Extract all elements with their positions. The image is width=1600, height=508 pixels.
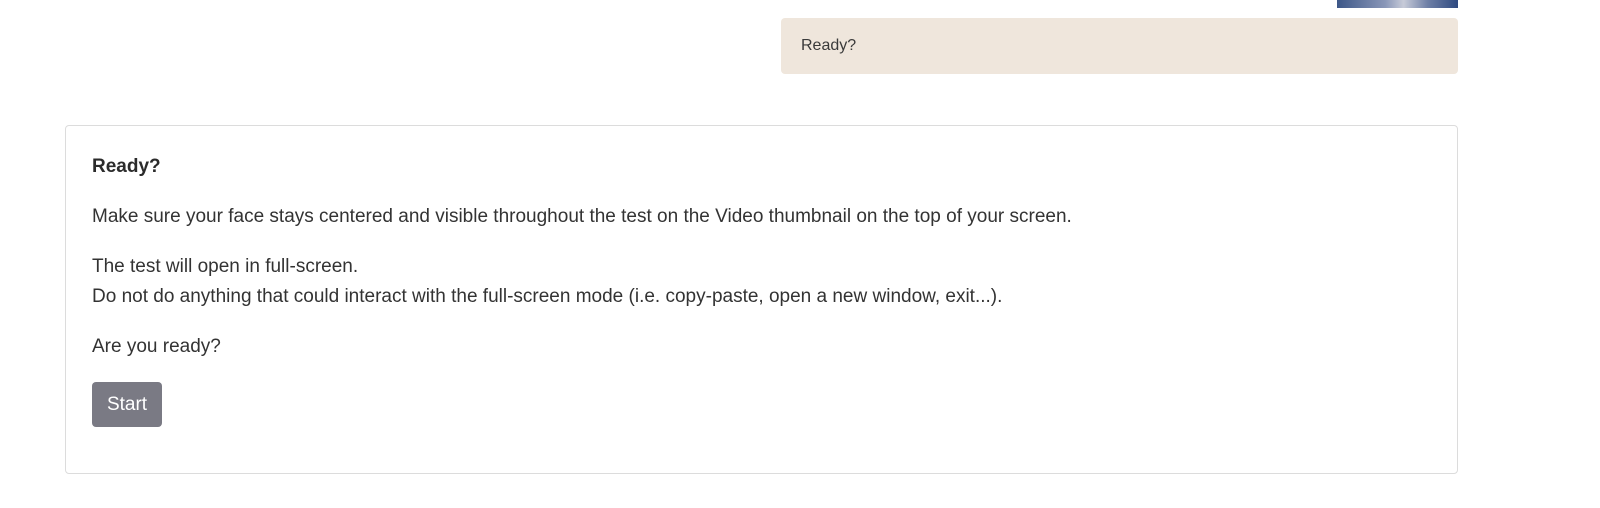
start-button[interactable]: Start [92, 382, 162, 427]
instruction-text: Make sure your face stays centered and v… [92, 206, 1072, 227]
status-message-label: Ready? [801, 37, 857, 54]
video-thumbnail [1337, 0, 1458, 8]
card-title: Ready? [92, 156, 161, 177]
ready-card: Ready? Make sure your face stays centere… [65, 125, 1458, 474]
fullscreen-warning: Do not do anything that could interact w… [92, 286, 1003, 307]
page: Ready? Ready? Make sure your face stays … [0, 0, 1600, 508]
status-message: Ready? [781, 18, 1458, 74]
ready-question: Are you ready? [92, 336, 221, 357]
fullscreen-note: The test will open in full-screen. [92, 256, 359, 277]
